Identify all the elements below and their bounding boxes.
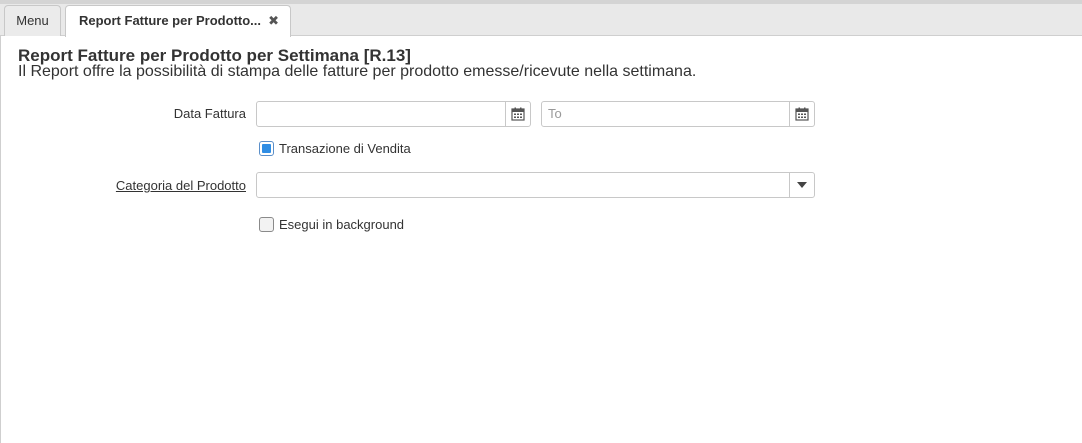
tab-report[interactable]: Report Fatture per Prodotto... ✖	[65, 5, 291, 37]
data-fattura-from-input[interactable]	[256, 101, 531, 127]
calendar-icon[interactable]	[789, 102, 814, 126]
esegui-background-label: Esegui in background	[279, 217, 405, 232]
categoria-prodotto-select[interactable]	[256, 172, 815, 198]
page-description: Il Report offre la possibilità di stampa…	[18, 63, 697, 80]
calendar-icon[interactable]	[505, 102, 530, 126]
esegui-background-checkbox[interactable]	[259, 217, 274, 232]
tab-menu-label: Menu	[16, 13, 49, 28]
report-panel: Report Fatture per Prodotto per Settiman…	[0, 36, 1082, 443]
tab-bar: Menu Report Fatture per Prodotto... ✖	[0, 0, 1082, 37]
categoria-prodotto-label[interactable]: Categoria del Prodotto	[101, 178, 246, 193]
transazione-vendita-checkbox[interactable]	[259, 141, 274, 156]
close-icon[interactable]: ✖	[268, 6, 279, 36]
transazione-vendita-label: Transazione di Vendita	[279, 141, 411, 156]
chevron-down-icon[interactable]	[789, 173, 814, 197]
data-fattura-to-placeholder: To	[548, 106, 562, 121]
tab-menu[interactable]: Menu	[4, 5, 61, 36]
tab-report-label: Report Fatture per Prodotto...	[79, 13, 261, 28]
data-fattura-label: Data Fattura	[173, 106, 246, 121]
data-fattura-to-input[interactable]: To	[541, 101, 815, 127]
